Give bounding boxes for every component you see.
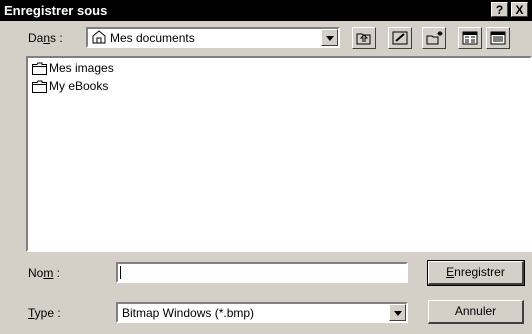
file-name-label: Nom : [28,266,61,280]
my-documents-icon [92,30,106,44]
new-folder-button[interactable] [422,27,446,49]
list-view-button[interactable] [458,27,482,49]
file-type-dropdown[interactable]: Bitmap Windows (*.bmp) [116,302,408,323]
up-one-level-icon [356,33,371,45]
file-list[interactable]: Mes images My eBooks [26,56,532,252]
save-as-dialog: Enregistrer sous ? X Dans : Mes document… [0,0,532,334]
title-bar: Enregistrer sous ? X [0,0,532,21]
text-caret [120,266,121,279]
file-name-input[interactable] [116,262,408,283]
folder-icon [32,80,47,93]
file-type-dropdown-arrow[interactable] [389,304,406,321]
location-dropdown[interactable]: Mes documents [86,27,340,48]
cancel-button[interactable]: Annuler [428,300,524,324]
details-view-button[interactable] [486,27,510,49]
close-button[interactable]: X [511,2,528,17]
window-title: Enregistrer sous [4,3,108,18]
details-view-icon [490,31,506,45]
file-type-label: Type : [28,306,61,320]
list-view-icon [462,31,478,45]
location-value: Mes documents [110,31,195,45]
folder-icon [32,62,47,75]
new-folder-icon [426,31,443,45]
save-button[interactable]: Enregistrer [427,260,525,286]
file-type-value: Bitmap Windows (*.bmp) [122,306,255,320]
help-button[interactable]: ? [491,2,508,17]
location-label: Dans : [28,31,63,45]
list-item-label: Mes images [49,61,114,75]
desktop-button[interactable] [388,27,412,49]
location-dropdown-arrow[interactable] [321,29,338,46]
up-one-level-button[interactable] [352,27,376,49]
list-item-label: My eBooks [49,79,109,93]
desktop-icon [392,31,408,45]
